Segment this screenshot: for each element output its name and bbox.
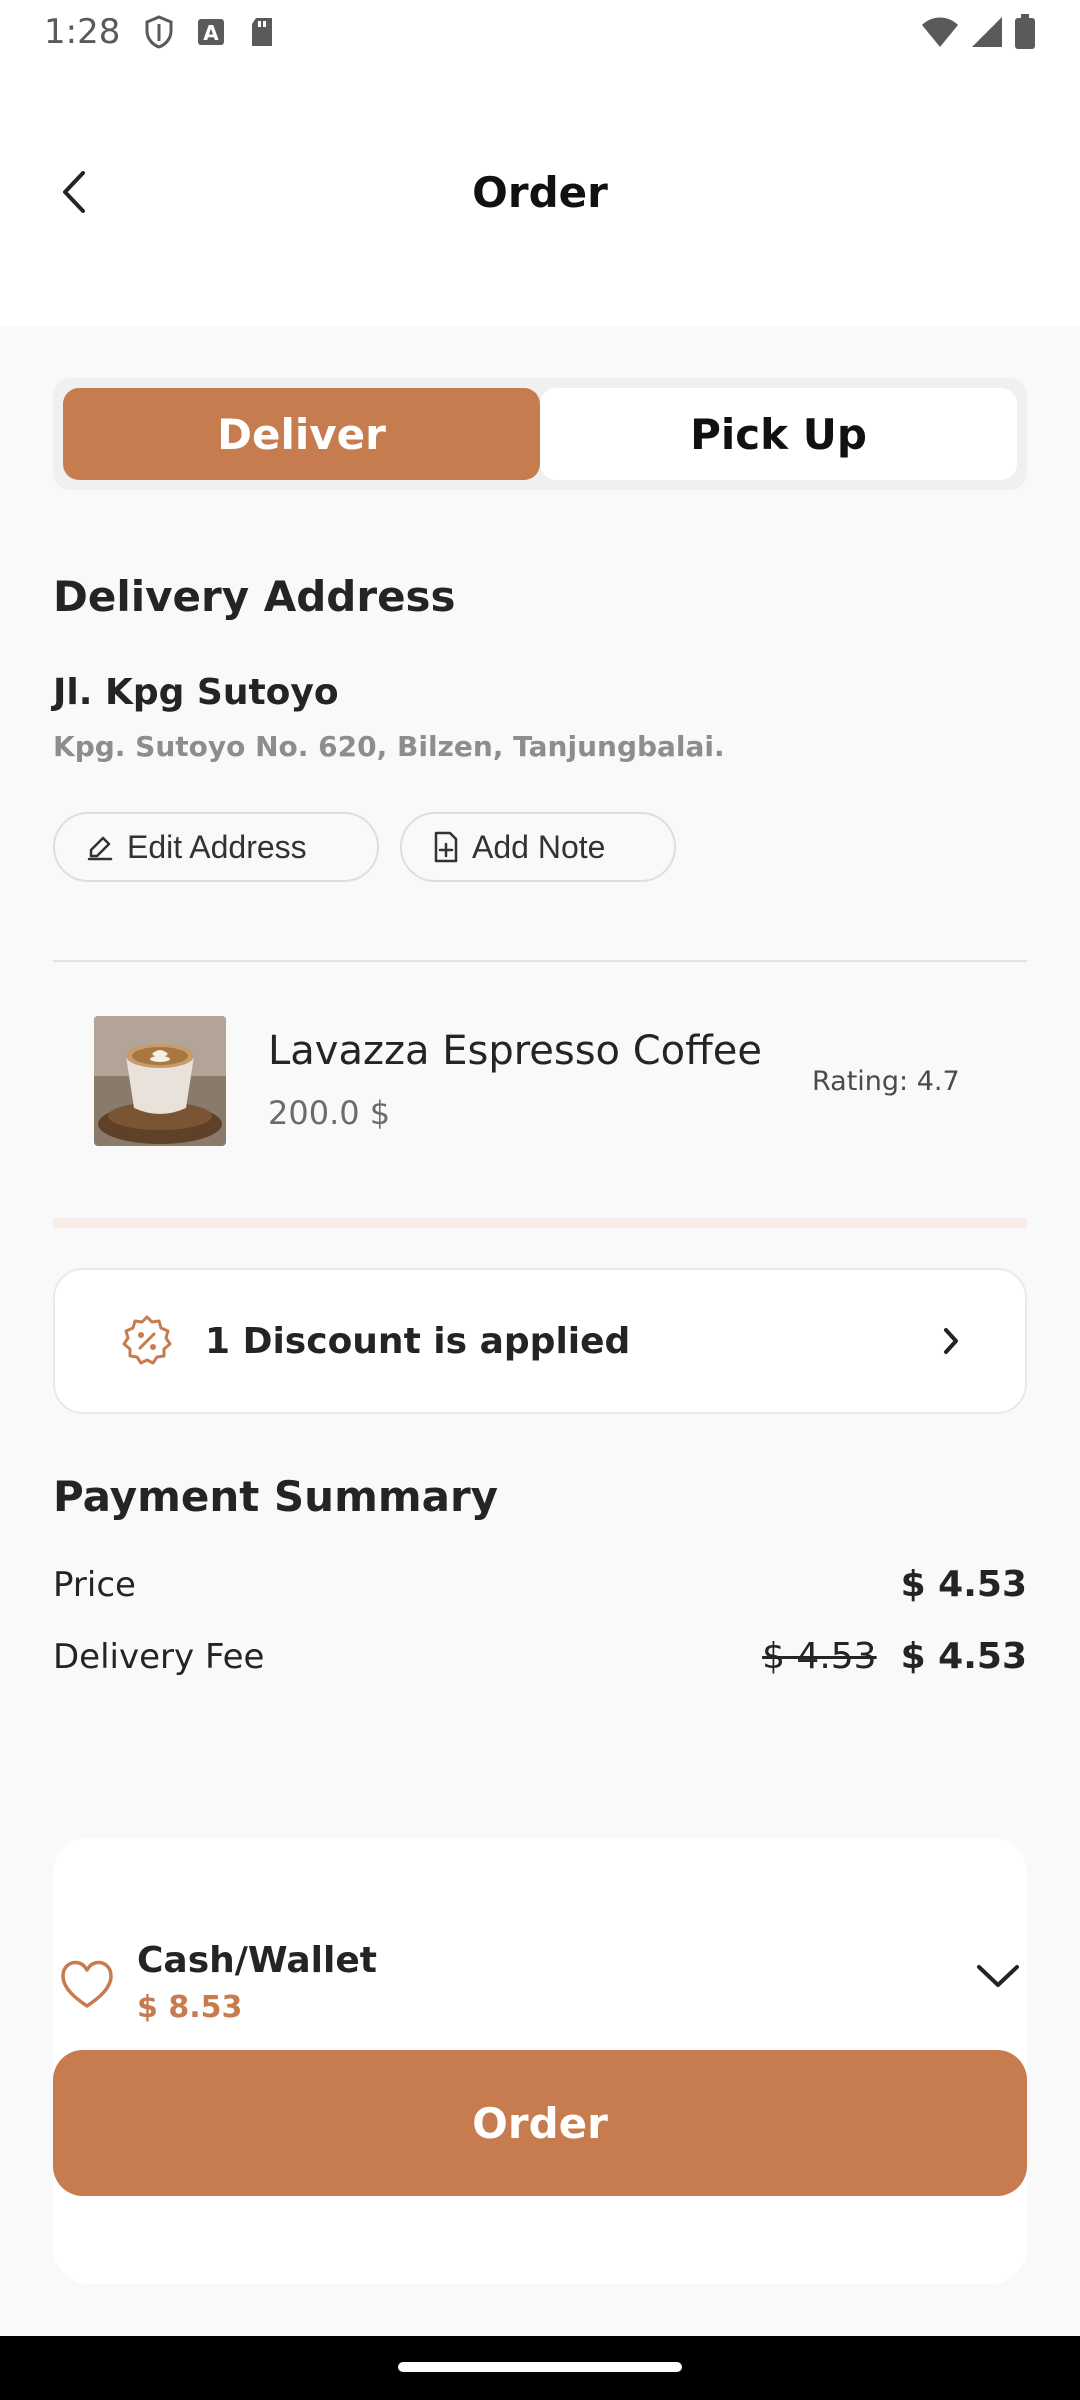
- price-row: Price $ 4.53: [53, 1564, 1027, 1605]
- a-icon: A: [198, 19, 225, 45]
- discount-icon: [122, 1315, 172, 1365]
- status-bar: 1:28 A: [0, 0, 1080, 64]
- wallet-icon: [61, 1960, 113, 2008]
- edit-address-label: Edit Address: [127, 828, 307, 865]
- price-value: $ 4.53: [900, 1564, 1027, 1605]
- product-name: Lavazza Espresso Coffee: [268, 1028, 762, 1074]
- home-gesture-handle[interactable]: [398, 2362, 682, 2372]
- divider: [53, 960, 1027, 962]
- pickup-tab[interactable]: Pick Up: [540, 388, 1017, 480]
- checkout-panel: Cash/Wallet $ 8.53 Order: [53, 1838, 1027, 2284]
- product-rating: Rating: 4.7: [812, 1066, 960, 1097]
- price-label: Price: [53, 1564, 136, 1605]
- status-right-icons: [920, 14, 1036, 50]
- chevron-down-icon: [977, 1965, 1019, 1987]
- delivery-address-title: Delivery Address: [53, 572, 456, 621]
- delivery-fee-label: Delivery Fee: [53, 1636, 265, 1677]
- section-separator: [53, 1218, 1027, 1228]
- payment-summary-title: Payment Summary: [53, 1472, 499, 1521]
- product-image: [94, 1016, 226, 1146]
- address-name: Jl. Kpg Sutoyo: [53, 672, 339, 713]
- add-note-button[interactable]: Add Note: [400, 812, 676, 882]
- order-button[interactable]: Order: [53, 2050, 1027, 2196]
- payment-amount: $ 8.53: [137, 1990, 243, 2025]
- edit-address-button[interactable]: Edit Address: [53, 812, 379, 882]
- signal-icon: [972, 17, 1002, 47]
- shield-icon: [145, 15, 173, 49]
- product-price: 200.0 $: [268, 1094, 391, 1132]
- battery-icon: [1015, 14, 1035, 49]
- svg-text:A: A: [204, 21, 220, 45]
- delivery-mode-toggle: Deliver Pick Up: [53, 378, 1027, 490]
- system-nav-bar: [0, 2336, 1080, 2400]
- page-title: Order: [472, 168, 608, 217]
- payment-method-label: Cash/Wallet: [137, 1940, 377, 1981]
- add-note-label: Add Note: [472, 828, 606, 865]
- status-left-icons: A: [144, 15, 276, 49]
- delivery-fee-values: $ 4.53 $ 4.53: [762, 1636, 1027, 1677]
- deliver-tab[interactable]: Deliver: [63, 388, 540, 480]
- note-add-icon: [434, 831, 458, 863]
- edit-icon: [87, 836, 113, 861]
- chevron-right-icon: [944, 1328, 958, 1354]
- sd-card-icon: [252, 18, 273, 46]
- delivery-fee-original: $ 4.53: [762, 1636, 877, 1677]
- status-time: 1:28: [44, 12, 121, 52]
- discount-card[interactable]: 1 Discount is applied: [53, 1268, 1027, 1414]
- address-detail: Kpg. Sutoyo No. 620, Bilzen, Tanjungbala…: [53, 730, 725, 763]
- delivery-fee-row: Delivery Fee $ 4.53 $ 4.53: [53, 1636, 1027, 1677]
- app-header: Order: [0, 64, 1080, 326]
- delivery-fee-value: $ 4.53: [900, 1636, 1027, 1677]
- payment-method-selector[interactable]: Cash/Wallet $ 8.53: [53, 1930, 1027, 2025]
- discount-label: 1 Discount is applied: [205, 1320, 631, 1362]
- wifi-icon: [922, 17, 958, 47]
